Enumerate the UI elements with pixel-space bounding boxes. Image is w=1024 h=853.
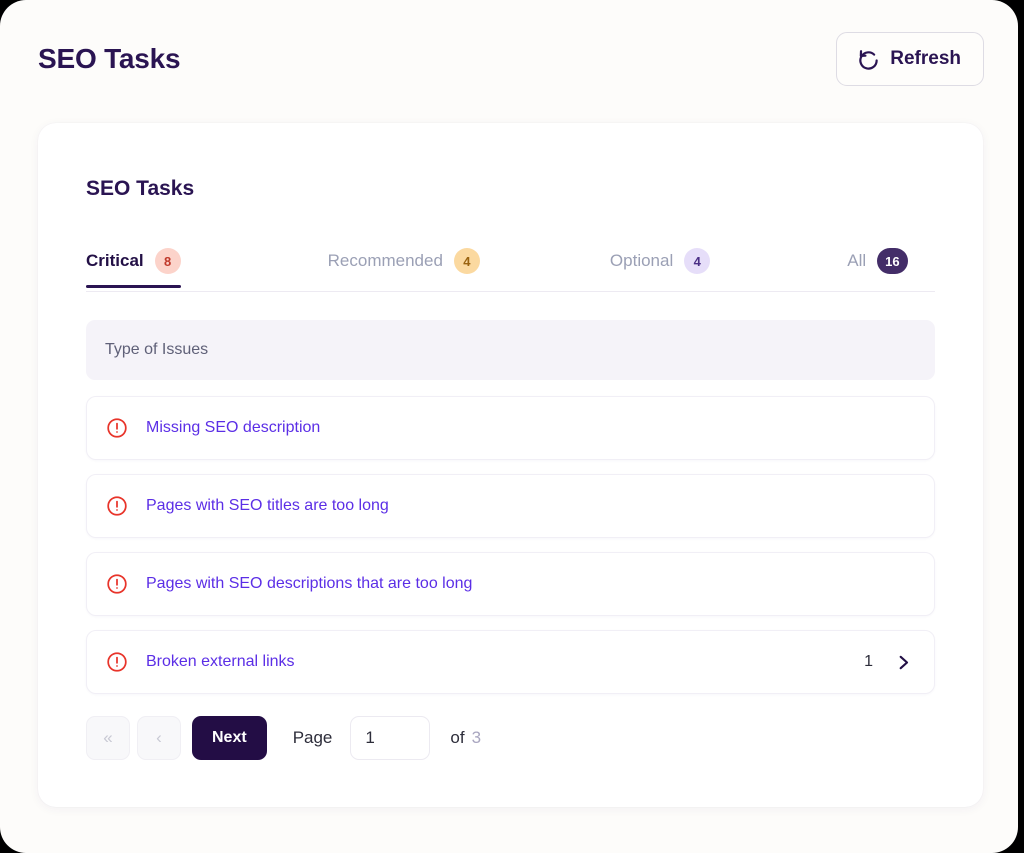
table-row[interactable]: Broken external links 1 xyxy=(86,630,935,694)
pagination-page-input[interactable] xyxy=(350,716,431,760)
pagination: « ‹ Next Page of 3 xyxy=(86,715,935,761)
tab-optional[interactable]: Optional 4 xyxy=(609,235,711,287)
alert-circle-icon xyxy=(106,495,128,517)
refresh-ccw-icon xyxy=(857,48,880,71)
tab-optional-badge: 4 xyxy=(684,248,711,274)
app-root: SEO Tasks Refresh SEO Tasks Critical 8 R… xyxy=(0,0,1018,853)
table-row-count: 1 xyxy=(864,653,873,670)
table-row[interactable]: Pages with SEO descriptions that are too… xyxy=(86,552,935,616)
refresh-button-label: Refresh xyxy=(890,48,961,69)
alert-circle-icon xyxy=(106,417,128,439)
seo-tasks-card: SEO Tasks Critical 8 Recommended 4 Optio… xyxy=(38,123,983,807)
pagination-prev-button[interactable]: ‹ xyxy=(137,716,181,760)
alert-circle-icon xyxy=(106,573,128,595)
pagination-page-label: Page xyxy=(292,728,333,747)
tabs-bar: Critical 8 Recommended 4 Optional 4 All … xyxy=(86,235,935,292)
tab-critical-badge: 8 xyxy=(154,248,181,274)
tab-all-badge: 16 xyxy=(877,248,908,274)
tab-critical[interactable]: Critical 8 xyxy=(86,235,181,288)
tab-optional-label: Optional xyxy=(609,251,674,270)
table-row-label: Broken external links xyxy=(146,653,295,670)
tab-all-label: All xyxy=(847,251,867,270)
tab-critical-label: Critical xyxy=(86,251,144,270)
refresh-button[interactable]: Refresh xyxy=(836,32,984,86)
pagination-first-button[interactable]: « xyxy=(86,716,130,760)
page-header: SEO Tasks Refresh xyxy=(0,0,1018,118)
table-row-label: Pages with SEO titles are too long xyxy=(146,497,389,514)
table-row-label: Missing SEO description xyxy=(146,419,321,436)
alert-circle-icon xyxy=(106,651,128,673)
pagination-total-pages: 3 xyxy=(471,728,482,747)
issues-list: Missing SEO description Pages with SEO t… xyxy=(86,396,935,708)
table-header-row: Type of Issues xyxy=(86,320,935,380)
table-row-label: Pages with SEO descriptions that are too… xyxy=(146,575,473,592)
tab-recommended[interactable]: Recommended 4 xyxy=(328,235,480,287)
card-title: SEO Tasks xyxy=(86,177,195,200)
chevron-right-icon[interactable] xyxy=(895,654,912,671)
table-row[interactable]: Missing SEO description xyxy=(86,396,935,460)
pagination-next-button[interactable]: Next xyxy=(192,716,267,760)
tab-recommended-label: Recommended xyxy=(327,251,443,270)
tab-recommended-badge: 4 xyxy=(453,248,480,274)
column-header-type-of-issues: Type of Issues xyxy=(105,341,209,358)
tab-all[interactable]: All 16 xyxy=(847,235,908,287)
pagination-of-label: of xyxy=(450,728,465,747)
table-row[interactable]: Pages with SEO titles are too long xyxy=(86,474,935,538)
page-title: SEO Tasks xyxy=(38,43,181,74)
